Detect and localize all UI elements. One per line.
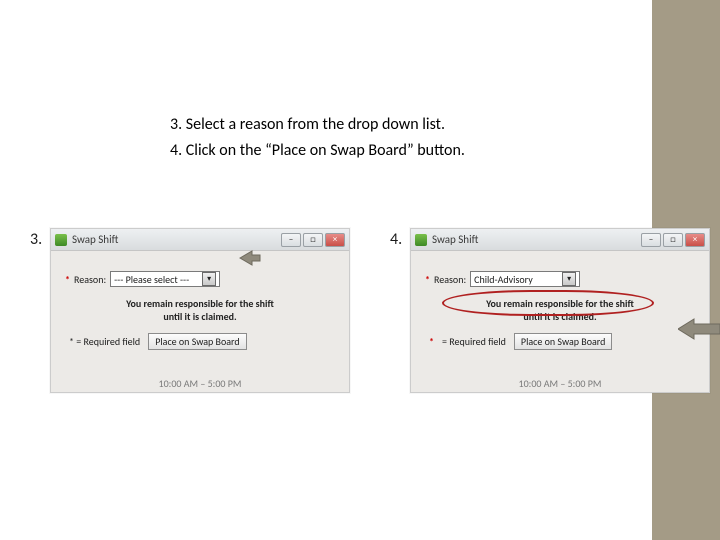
- window-titlebar: Swap Shift – □ ×: [51, 229, 349, 251]
- chevron-down-icon[interactable]: ▾: [202, 272, 216, 286]
- app-icon: [55, 234, 67, 246]
- callout-oval-notice: [442, 290, 654, 316]
- required-star: *: [65, 273, 70, 286]
- instruction-line-4: 4. Click on the “Place on Swap Board” bu…: [170, 138, 465, 164]
- reason-select[interactable]: --- Please select --- ▾: [110, 271, 220, 287]
- step-3-number: 3.: [30, 230, 42, 249]
- footer-row: * = Required field Place on Swap Board: [429, 333, 612, 350]
- dialog-body: * Reason: --- Please select --- ▾ You re…: [51, 251, 349, 392]
- notice-line-1: You remain responsible for the shift: [57, 298, 343, 311]
- minimize-button[interactable]: –: [641, 233, 661, 247]
- place-on-swap-board-button[interactable]: Place on Swap Board: [514, 333, 612, 350]
- window-titlebar: Swap Shift – □ ×: [411, 229, 709, 251]
- maximize-button[interactable]: □: [663, 233, 683, 247]
- instruction-line-3: 3. Select a reason from the drop down li…: [170, 112, 465, 138]
- dialog-body: * Reason: Child-Advisory ▾ You remain re…: [411, 251, 709, 392]
- required-star: *: [425, 273, 430, 286]
- required-star-footer: *: [429, 335, 434, 348]
- reason-row: * Reason: Child-Advisory ▾: [425, 271, 580, 287]
- place-on-swap-board-button[interactable]: Place on Swap Board: [148, 333, 246, 350]
- notice-line-2: until it is claimed.: [57, 311, 343, 324]
- reason-label: Reason:: [434, 273, 466, 286]
- reason-label: Reason:: [74, 273, 106, 286]
- close-button[interactable]: ×: [325, 233, 345, 247]
- required-field-text: = Required field: [442, 335, 506, 348]
- shift-time-range: 10:00 AM – 5:00 PM: [411, 377, 709, 390]
- swap-shift-dialog-step3: Swap Shift – □ × * Reason: --- Please se…: [50, 228, 350, 393]
- close-button[interactable]: ×: [685, 233, 705, 247]
- reason-select[interactable]: Child-Advisory ▾: [470, 271, 580, 287]
- reason-select-value: Child-Advisory: [474, 273, 533, 286]
- window-title: Swap Shift: [72, 233, 281, 246]
- responsibility-notice: You remain responsible for the shift unt…: [51, 297, 349, 324]
- app-icon: [415, 234, 427, 246]
- instruction-block: 3. Select a reason from the drop down li…: [170, 112, 465, 163]
- callout-arrow-button: [678, 318, 720, 340]
- required-field-text: * = Required field: [69, 335, 140, 348]
- window-buttons: – □ ×: [281, 233, 345, 247]
- chevron-down-icon[interactable]: ▾: [562, 272, 576, 286]
- callout-arrow-dropdown: [240, 249, 260, 267]
- minimize-button[interactable]: –: [281, 233, 301, 247]
- footer-row: * = Required field Place on Swap Board: [69, 333, 247, 350]
- window-title: Swap Shift: [432, 233, 641, 246]
- reason-row: * Reason: --- Please select --- ▾: [65, 271, 220, 287]
- shift-time-range: 10:00 AM – 5:00 PM: [51, 377, 349, 390]
- reason-select-value: --- Please select ---: [114, 273, 189, 286]
- window-buttons: – □ ×: [641, 233, 705, 247]
- maximize-button[interactable]: □: [303, 233, 323, 247]
- step-4-number: 4.: [390, 230, 402, 249]
